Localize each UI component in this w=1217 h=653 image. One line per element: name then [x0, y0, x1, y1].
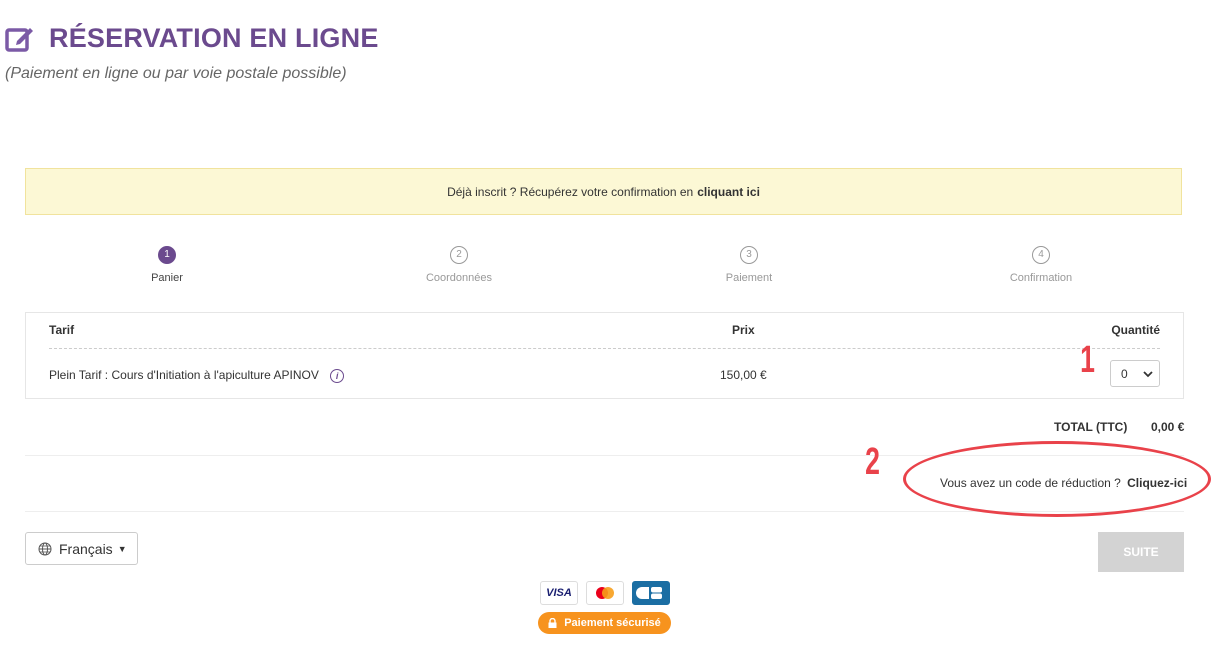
step-number: 1	[158, 246, 176, 264]
step-panier: 1 Panier	[107, 246, 227, 284]
pricing-table: Tarif Prix Quantité Plein Tarif : Cours …	[25, 312, 1184, 399]
notice-text: Déjà inscrit ? Récupérez votre confirmat…	[447, 184, 694, 199]
secure-payment-label: Paiement sécurisé	[564, 617, 661, 629]
total-value: 0,00 €	[1151, 420, 1185, 434]
annotation-number-2: 2	[865, 441, 880, 483]
tarif-name: Plein Tarif : Cours d'Initiation à l'api…	[49, 368, 319, 382]
tarif-price: 150,00 €	[720, 368, 767, 382]
total-label: TOTAL (TTC)	[1054, 420, 1128, 434]
chevron-down-icon	[1143, 368, 1153, 382]
step-label: Coordonnées	[425, 272, 493, 284]
secure-payment-badge: Paiement sécurisé	[538, 612, 671, 634]
checkout-steps: 1 Panier 2 Coordonnées 3 Paiement 4 Conf…	[25, 246, 1184, 296]
page-title: RÉSERVATION EN LIGNE	[49, 22, 379, 53]
step-label: Confirmation	[1009, 272, 1073, 284]
annotation-number-1: 1	[1080, 339, 1095, 381]
page-header: RÉSERVATION EN LIGNE	[5, 22, 379, 54]
next-button[interactable]: SUITE	[1098, 532, 1184, 572]
quantity-value: 0	[1121, 366, 1128, 381]
step-label: Panier	[151, 272, 183, 284]
already-registered-notice: Déjà inscrit ? Récupérez votre confirmat…	[25, 168, 1182, 215]
lock-icon	[548, 617, 557, 628]
info-icon[interactable]: i	[330, 368, 345, 383]
header-tarif: Tarif	[49, 323, 75, 337]
step-paiement: 3 Paiement	[689, 246, 809, 284]
page-subtitle: (Paiement en ligne ou par voie postale p…	[5, 65, 347, 82]
visa-icon: VISA	[540, 581, 578, 605]
step-number: 3	[740, 246, 758, 264]
header-quantite: Quantité	[1111, 323, 1160, 337]
table-row: Plein Tarif : Cours d'Initiation à l'api…	[49, 368, 345, 383]
edit-icon	[5, 22, 37, 54]
step-confirmation: 4 Confirmation	[981, 246, 1101, 284]
step-number: 4	[1032, 246, 1050, 264]
step-coordonnees: 2 Coordonnées	[399, 246, 519, 284]
quantity-select[interactable]: 0	[1110, 360, 1160, 387]
header-prix: Prix	[732, 323, 755, 337]
caret-down-icon: ▼	[117, 543, 127, 554]
row-divider	[49, 348, 1160, 349]
language-label: Français	[59, 540, 113, 557]
language-dropdown[interactable]: Français ▼	[25, 532, 138, 565]
globe-icon	[38, 542, 52, 556]
cb-card-icon	[632, 581, 670, 605]
mastercard-icon	[586, 581, 624, 605]
step-number: 2	[450, 246, 468, 264]
retrieve-confirmation-link[interactable]: cliquant ici	[697, 185, 760, 199]
step-label: Paiement	[725, 272, 773, 284]
payment-methods: VISA	[540, 581, 678, 605]
annotation-circle	[903, 441, 1211, 517]
